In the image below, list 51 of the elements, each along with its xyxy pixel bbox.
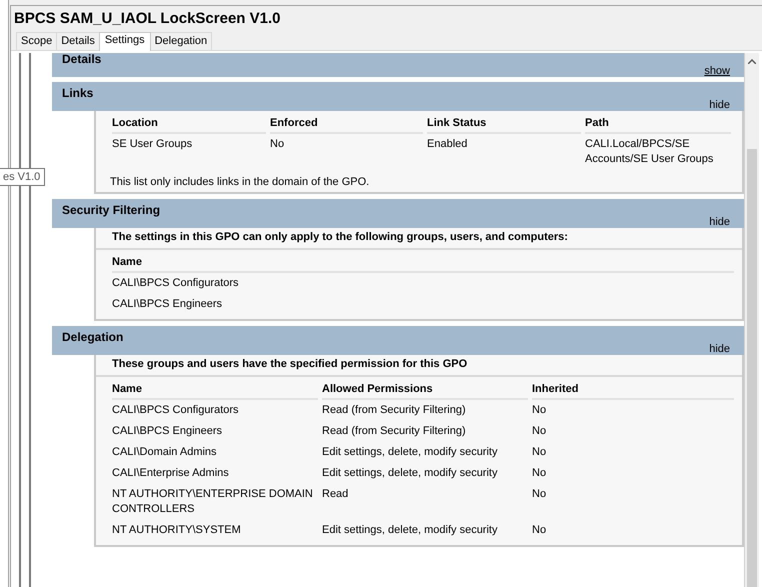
column-header: Location (112, 111, 266, 134)
section-intro: These groups and users have the specified permission for this GPO (96, 355, 742, 377)
column-header: Name (112, 377, 318, 400)
hide-link[interactable]: hide (709, 99, 730, 111)
table-cell-text: CALI\Domain Admins (112, 445, 218, 460)
table-cell-text: No (532, 466, 548, 481)
table-cell-text: Edit settings, delete, modify security (322, 523, 498, 538)
tab[interactable]: Settings (98, 32, 151, 51)
table-cell-text: Enabled (427, 137, 468, 152)
table-cell-text: CALI\Enterprise Admins (112, 466, 230, 481)
table-cell-text: Edit settings, delete, modify security (322, 445, 498, 460)
column-header: Inherited (532, 377, 734, 400)
section-title: Delegation (62, 330, 124, 344)
column-header: Path (585, 111, 731, 134)
column-header: Enforced (270, 111, 423, 134)
window-title: BPCS SAM_U_IAOL LockScreen V1.0 (13, 9, 282, 29)
table-cell-text: No (532, 487, 548, 502)
show-link[interactable]: show (704, 65, 730, 77)
column-header: Allowed Permissions (322, 377, 528, 400)
column-header: Name (112, 250, 734, 273)
table-cell-text: No (532, 445, 548, 460)
tooltip: es V1.0 (0, 168, 46, 186)
scrollbar-thumb[interactable] (747, 149, 757, 587)
scroll-up-icon[interactable] (748, 59, 756, 64)
table-cell-text: Edit settings, delete, modify security (322, 466, 498, 481)
table-cell-text: CALI.Local/BPCS/SE Accounts/SE User Groups (585, 137, 714, 167)
table-cell-text: CALI\BPCS Configurators (112, 276, 240, 291)
table-cell-text: SE User Groups (112, 137, 194, 152)
scrollbar[interactable] (744, 53, 759, 587)
table-cell-text: CALI\BPCS Engineers (112, 297, 224, 312)
tab[interactable]: Scope (16, 32, 58, 50)
table-cell-text: NT AUTHORITY\SYSTEM (112, 523, 242, 538)
table-cell-text: Read (from Security Filtering) (322, 403, 467, 418)
column-header: Link Status (427, 111, 581, 134)
table-cell-text: No (532, 403, 548, 418)
tab[interactable]: Delegation (150, 32, 212, 50)
hide-link[interactable]: hide (709, 216, 730, 228)
section-title: Security Filtering (62, 203, 160, 217)
table-cell-text: Read (from Security Filtering) (322, 424, 467, 439)
section-title: Details (62, 53, 102, 66)
section-intro: The settings in this GPO can only apply to the following groups, users, and computers: (96, 228, 742, 250)
note-text: This list only includes links in the domain of the GPO. (110, 175, 370, 188)
section-title: Links (62, 86, 94, 100)
table-cell-text: CALI\BPCS Engineers (112, 424, 224, 439)
table-cell-text: CALI\BPCS Configurators (112, 403, 240, 418)
table-cell-text: No (270, 137, 286, 152)
hide-link[interactable]: hide (709, 343, 730, 355)
table-cell-text: Read (322, 487, 350, 502)
table-cell-text: No (532, 424, 548, 439)
table-cell-text: No (532, 523, 548, 538)
table-cell-text: NT AUTHORITY\ENTERPRISE DOMAIN CONTROLLERS (112, 487, 314, 517)
